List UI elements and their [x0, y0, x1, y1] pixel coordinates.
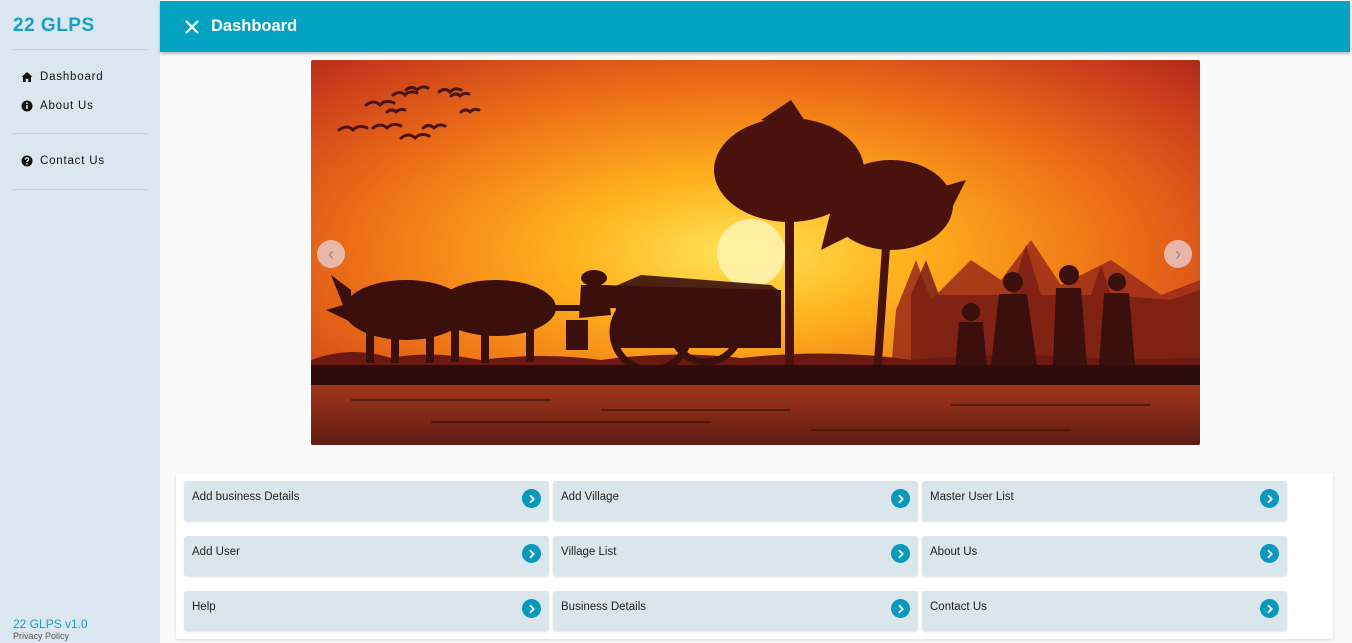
image-carousel[interactable]: ‹ ›	[311, 60, 1200, 445]
tile-add-user[interactable]: Add User	[184, 536, 549, 576]
carousel-prev-button[interactable]: ‹	[317, 240, 345, 268]
chevron-right-icon[interactable]	[891, 599, 910, 618]
sidebar-item-about[interactable]: About Us	[20, 96, 94, 116]
tile-village-list[interactable]: Village List	[553, 536, 918, 576]
tile-about-us[interactable]: About Us	[922, 536, 1287, 576]
sidebar-item-contact[interactable]: Contact Us	[20, 151, 105, 171]
tile-label: Help	[192, 601, 216, 613]
chevron-right-icon[interactable]	[891, 489, 910, 508]
quick-actions-panel: Add business Details Add Village Master …	[176, 473, 1333, 639]
tile-help[interactable]: Help	[184, 591, 549, 631]
chevron-right-icon[interactable]	[522, 599, 541, 618]
tile-contact-us[interactable]: Contact Us	[922, 591, 1287, 631]
divider	[13, 189, 147, 190]
tile-add-village[interactable]: Add Village	[553, 481, 918, 521]
brand-title[interactable]: 22 GLPS	[13, 15, 95, 37]
chevron-right-icon[interactable]	[522, 489, 541, 508]
sidebar-item-label: Dashboard	[40, 71, 104, 83]
chevron-right-icon[interactable]	[1260, 489, 1279, 508]
info-icon	[20, 100, 33, 113]
sidebar-item-label: About Us	[40, 100, 94, 112]
tile-label: Master User List	[930, 491, 1014, 503]
help-icon	[20, 155, 33, 168]
tile-label: Add User	[192, 546, 240, 558]
privacy-policy-link[interactable]: Privacy Policy	[13, 631, 69, 641]
sidebar: 22 GLPS Dashboard About Us Contact Us 22…	[0, 0, 160, 643]
chevron-right-icon[interactable]	[1260, 599, 1279, 618]
carousel-slide-image	[311, 60, 1200, 445]
tile-master-user-list[interactable]: Master User List	[922, 481, 1287, 521]
tile-label: About Us	[930, 546, 978, 558]
home-icon	[20, 71, 33, 84]
carousel-next-button[interactable]: ›	[1164, 240, 1192, 268]
app-version: 22 GLPS v1.0	[13, 617, 88, 631]
chevron-right-icon[interactable]	[891, 544, 910, 563]
page-title: Dashboard	[211, 17, 298, 35]
sidebar-item-label: Contact Us	[40, 155, 105, 167]
divider	[13, 49, 147, 50]
tile-add-business-details[interactable]: Add business Details	[184, 481, 549, 521]
top-app-bar: Dashboard	[160, 1, 1350, 52]
chevron-right-icon[interactable]	[1260, 544, 1279, 563]
tile-label: Business Details	[561, 601, 647, 613]
tile-business-details[interactable]: Business Details	[553, 591, 918, 631]
tile-label: Add Village	[561, 491, 619, 503]
tile-label: Village List	[561, 546, 617, 558]
divider	[13, 133, 147, 134]
sidebar-item-dashboard[interactable]: Dashboard	[20, 67, 103, 87]
chevron-right-icon[interactable]	[522, 544, 541, 563]
close-icon[interactable]	[183, 18, 201, 36]
tile-label: Add business Details	[192, 491, 300, 503]
tile-label: Contact Us	[930, 601, 987, 613]
